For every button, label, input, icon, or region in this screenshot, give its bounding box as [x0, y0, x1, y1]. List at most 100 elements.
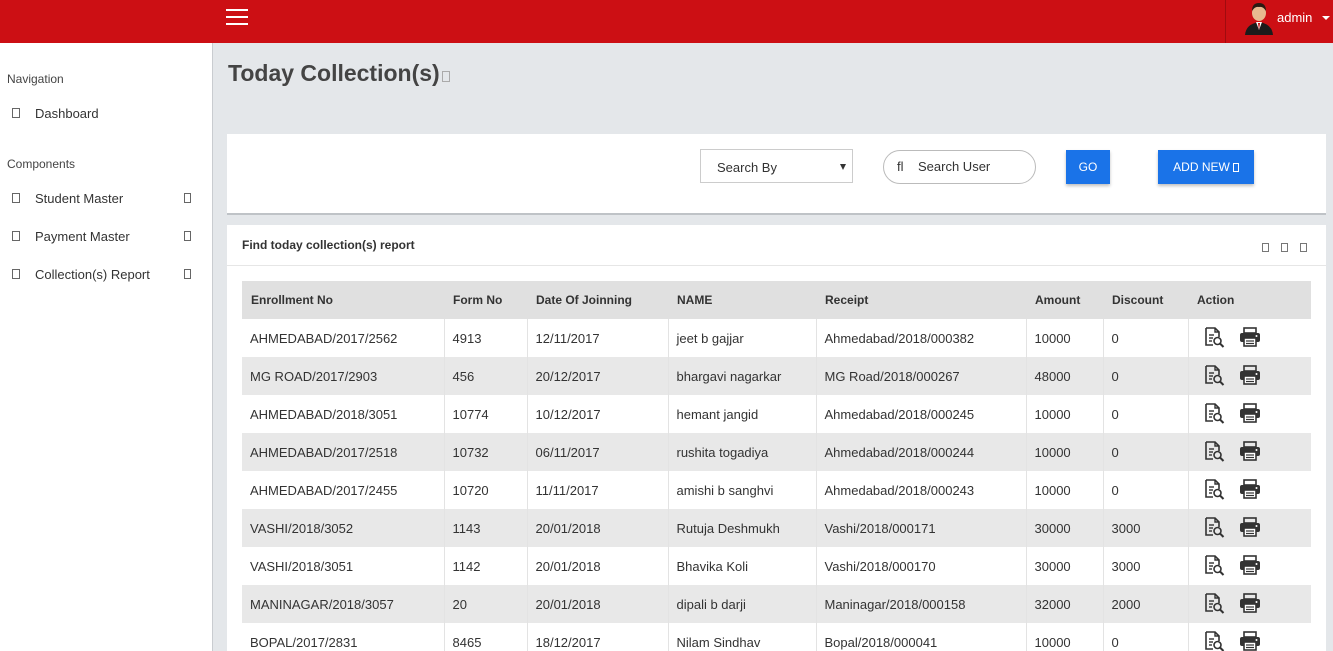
search-panel: Search By fl GO ADD NEW	[227, 134, 1326, 215]
receipt-cell: Maninagar/2018/000158	[816, 585, 1027, 623]
top-bar: admin	[0, 0, 1333, 43]
report-panel: Find today collection(s) report Enrollme…	[227, 225, 1326, 651]
amount-cell: 30000	[1026, 509, 1104, 547]
column-header[interactable]: Amount	[1026, 281, 1103, 319]
add-new-label: ADD NEW	[1173, 160, 1230, 174]
receipt-cell: Ahmedabad/2018/000245	[816, 395, 1027, 433]
add-icon	[1232, 163, 1239, 172]
sidebar: Navigation Dashboard Components Student …	[0, 43, 213, 651]
column-header[interactable]: Date Of Joinning	[527, 281, 668, 319]
discount-cell: 2000	[1103, 585, 1189, 623]
close-icon[interactable]	[1300, 243, 1307, 252]
amount-cell: 10000	[1026, 623, 1104, 651]
user-name[interactable]: admin	[1277, 10, 1312, 25]
print-icon[interactable]	[1239, 326, 1261, 350]
go-button-label: GO	[1078, 160, 1098, 174]
name-cell: rushita togadiya	[668, 433, 817, 471]
chevron-icon	[184, 193, 191, 203]
print-icon[interactable]	[1239, 630, 1261, 651]
sidebar-item-dashboard[interactable]: Dashboard	[0, 100, 212, 128]
receipt-cell: Vashi/2018/000170	[816, 547, 1027, 585]
column-header[interactable]: Discount	[1103, 281, 1188, 319]
view-receipt-icon[interactable]	[1203, 402, 1225, 427]
view-receipt-icon[interactable]	[1203, 478, 1225, 503]
sidebar-item-label: Dashboard	[35, 106, 99, 121]
view-receipt-icon[interactable]	[1203, 630, 1225, 651]
view-receipt-icon[interactable]	[1203, 440, 1225, 465]
search-icon: fl	[897, 159, 904, 174]
date-cell: 06/11/2017	[527, 433, 669, 471]
table-row: VASHI/2018/3051 1142 20/01/2018 Bhavika Kol…	[242, 547, 1311, 585]
print-icon[interactable]	[1239, 440, 1261, 464]
action-cell	[1188, 319, 1311, 357]
receipt-cell: Ahmedabad/2018/000382	[816, 319, 1027, 357]
payment-icon	[12, 231, 20, 241]
table-header-row: Enrollment No Form No Date Of Joinning N…	[242, 281, 1311, 319]
panel-tools	[1250, 240, 1307, 255]
sidebar-item-student-master[interactable]: Student Master	[0, 185, 212, 213]
collection-table: Enrollment No Form No Date Of Joinning N…	[242, 281, 1311, 651]
form-no-cell: 4913	[444, 319, 528, 357]
name-cell: Rutuja Deshmukh	[668, 509, 817, 547]
chevron-icon	[184, 231, 191, 241]
search-user-field[interactable]: fl	[883, 150, 1036, 184]
form-no-cell: 20	[444, 585, 528, 623]
print-icon[interactable]	[1239, 364, 1261, 388]
name-cell: amishi b sanghvi	[668, 471, 817, 509]
amount-cell: 32000	[1026, 585, 1104, 623]
view-receipt-icon[interactable]	[1203, 516, 1225, 541]
avatar	[1242, 0, 1276, 35]
collapse-icon[interactable]	[1262, 243, 1269, 252]
discount-cell: 0	[1103, 357, 1189, 395]
enrollment-no-cell: BOPAL/2017/2831	[242, 623, 445, 651]
column-header[interactable]: Receipt	[816, 281, 1026, 319]
name-cell: bhargavi nagarkar	[668, 357, 817, 395]
search-input[interactable]	[918, 159, 1028, 174]
column-header[interactable]: NAME	[668, 281, 816, 319]
view-receipt-icon[interactable]	[1203, 326, 1225, 351]
enrollment-no-cell: AHMEDABAD/2017/2518	[242, 433, 445, 471]
title-icon	[441, 71, 450, 82]
column-header[interactable]: Enrollment No	[242, 281, 444, 319]
form-no-cell: 10732	[444, 433, 528, 471]
discount-cell: 3000	[1103, 509, 1189, 547]
view-receipt-icon[interactable]	[1203, 364, 1225, 389]
table-row: AHMEDABAD/2017/2518 10732 06/11/2017 rushit…	[242, 433, 1311, 471]
go-button[interactable]: GO	[1066, 150, 1110, 184]
amount-cell: 10000	[1026, 319, 1104, 357]
view-receipt-icon[interactable]	[1203, 592, 1225, 617]
dropdown-arrow-icon	[840, 164, 846, 170]
print-icon[interactable]	[1239, 478, 1261, 502]
column-header[interactable]: Form No	[444, 281, 527, 319]
navigation-heading: Navigation	[7, 72, 64, 86]
divider	[227, 265, 1326, 266]
print-icon[interactable]	[1239, 402, 1261, 426]
amount-cell: 48000	[1026, 357, 1104, 395]
form-no-cell: 1142	[444, 547, 528, 585]
add-new-button[interactable]: ADD NEW	[1158, 150, 1254, 184]
amount-cell: 30000	[1026, 547, 1104, 585]
print-icon[interactable]	[1239, 554, 1261, 578]
hamburger-icon[interactable]	[226, 9, 248, 27]
table-row: MG ROAD/2017/2903 456 20/12/2017 bhargavi n…	[242, 357, 1311, 395]
search-by-select[interactable]: Search By	[700, 149, 853, 183]
column-header: Action	[1188, 281, 1311, 319]
print-icon[interactable]	[1239, 516, 1261, 540]
discount-cell: 0	[1103, 395, 1189, 433]
discount-cell: 0	[1103, 623, 1189, 651]
action-cell	[1188, 623, 1311, 651]
discount-cell: 3000	[1103, 547, 1189, 585]
discount-cell: 0	[1103, 319, 1189, 357]
sidebar-item-collection-report[interactable]: Collection(s) Report	[0, 261, 212, 289]
refresh-icon[interactable]	[1281, 243, 1288, 252]
print-icon[interactable]	[1239, 592, 1261, 616]
view-receipt-icon[interactable]	[1203, 554, 1225, 579]
amount-cell: 10000	[1026, 471, 1104, 509]
sidebar-item-payment-master[interactable]: Payment Master	[0, 223, 212, 251]
date-cell: 11/11/2017	[527, 471, 669, 509]
table-row: AHMEDABAD/2017/2562 4913 12/11/2017 jeet b …	[242, 319, 1311, 357]
receipt-cell: MG Road/2018/000267	[816, 357, 1027, 395]
user-menu[interactable]: admin	[1225, 0, 1333, 43]
caret-down-icon[interactable]	[1322, 16, 1330, 20]
name-cell: Nilam Sindhav	[668, 623, 817, 651]
